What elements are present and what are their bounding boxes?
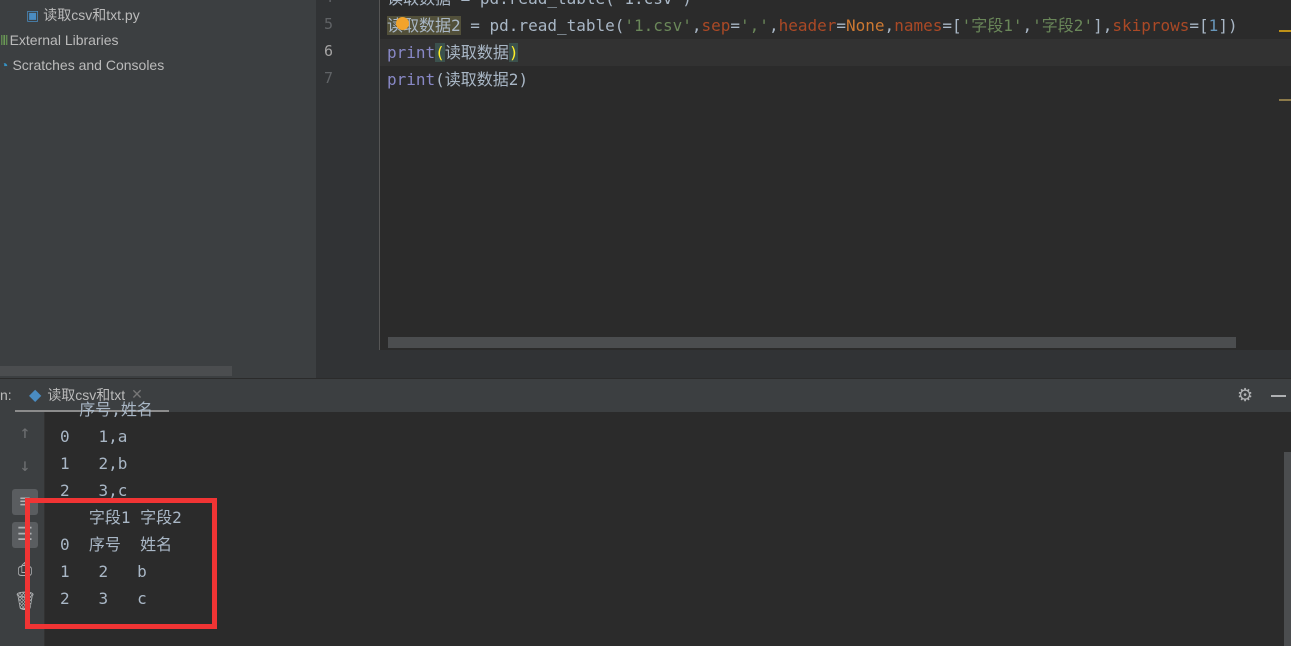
sidebar-bottom — [0, 350, 316, 378]
lightbulb-icon[interactable] — [396, 17, 409, 30]
editor-horizontal-scrollbar[interactable] — [388, 337, 1236, 348]
scratches-icon: ◔ — [0, 57, 9, 73]
line-number: 7 — [323, 69, 333, 87]
code-line-6: print(读取数据) — [387, 43, 519, 62]
gear-icon[interactable]: ⚙ — [1237, 385, 1253, 406]
console-line: 0 1,a — [60, 427, 128, 446]
code-line-5: 读取数据2 = pd.read_table('1.csv',sep=',',he… — [387, 16, 1238, 35]
minimize-icon[interactable] — [1271, 395, 1286, 397]
sidebar-scrollbar[interactable] — [0, 366, 232, 376]
libraries-icon: ‖‖ — [0, 32, 8, 48]
console-line: 1 2,b — [60, 454, 128, 473]
line-number: 5 — [323, 15, 333, 33]
code-editor[interactable]: 读取数据 = pd.read_table('1.csv') 读取数据2 = pd… — [380, 0, 1291, 350]
warning-marker[interactable] — [1279, 30, 1291, 32]
tree-item-scratches[interactable]: ◔ Scratches and Consoles — [0, 53, 164, 77]
tree-item-file[interactable]: ▣ 读取csv和txt.py — [26, 3, 140, 27]
highlight-annotation-box — [25, 498, 217, 629]
up-arrow-icon[interactable]: ↑ — [12, 420, 38, 446]
python-icon: ◆ — [29, 386, 42, 404]
python-file-icon: ▣ — [26, 6, 40, 23]
down-arrow-icon[interactable]: ↓ — [12, 453, 38, 479]
code-line-4: 读取数据 = pd.read_table('1.csv') — [387, 0, 692, 12]
warning-marker[interactable] — [1279, 99, 1291, 101]
project-tree: ▣ 读取csv和txt.py ‖‖ External Libraries ◔ S… — [0, 0, 316, 378]
run-label: n: — [0, 387, 12, 403]
console-line: 序号,姓名 — [60, 400, 153, 419]
tree-item-external-libraries[interactable]: ‖‖ External Libraries — [0, 28, 119, 52]
line-gutter: 4 5 6 7 — [316, 0, 380, 350]
code-line-7: print(读取数据2) — [387, 70, 529, 89]
line-number: 4 — [324, 0, 333, 6]
run-tool-window-header: n: ◆ 读取csv和txt ✕ ⚙ — [0, 378, 1291, 413]
line-number: 6 — [323, 42, 333, 60]
console-vertical-scrollbar[interactable] — [1284, 452, 1291, 646]
